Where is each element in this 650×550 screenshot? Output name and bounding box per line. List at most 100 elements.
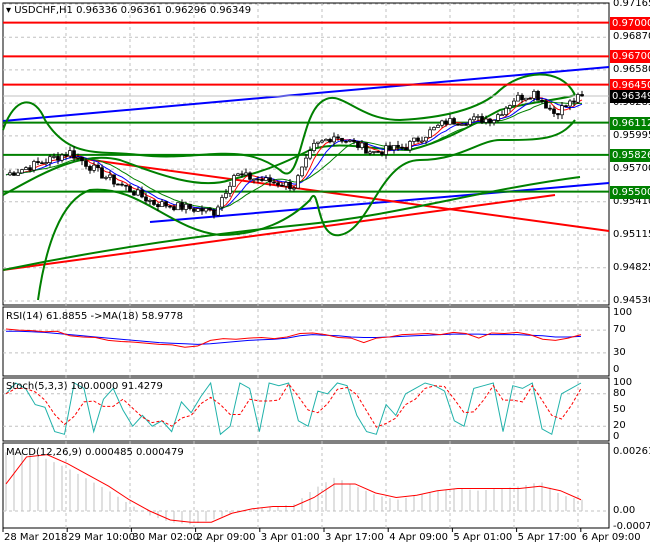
- candle-body: [64, 154, 68, 157]
- candle-body: [332, 136, 336, 143]
- candle-body: [288, 181, 292, 189]
- candle-body: [328, 138, 332, 143]
- candle-body: [448, 118, 452, 125]
- candle-body: [280, 184, 284, 187]
- candle-body: [268, 177, 272, 183]
- time-axis-label: 3 Apr 01:00: [260, 532, 320, 543]
- candle-body: [104, 177, 108, 179]
- candle-body: [140, 189, 144, 198]
- time-axis-label: 5 Apr 17:00: [517, 532, 577, 543]
- candle-body: [344, 140, 348, 143]
- time-axis-label: 28 Mar 2018: [4, 532, 68, 543]
- candle-body: [292, 187, 296, 190]
- candle-body: [564, 105, 568, 108]
- candle-body: [520, 94, 524, 101]
- candle-body: [484, 118, 488, 123]
- bollinger-band-line: [37, 119, 576, 301]
- candle-body: [408, 141, 412, 151]
- time-axis-label: 4 Apr 09:00: [389, 532, 449, 543]
- candle-body: [396, 144, 400, 148]
- candle-body: [124, 184, 128, 187]
- candle-body: [56, 156, 60, 161]
- candle-body: [88, 166, 92, 171]
- candle-body: [508, 105, 512, 109]
- candle-body: [220, 197, 224, 208]
- trendline-up-red[interactable]: [2, 194, 556, 271]
- candle-body: [512, 100, 516, 106]
- candle-body: [256, 178, 260, 181]
- candle-body: [456, 123, 460, 126]
- support-price-tag: 0.95500: [610, 185, 650, 199]
- rsi-line: [5, 328, 582, 348]
- indicator-axis-label: 0.00: [613, 505, 636, 516]
- candle-body: [32, 161, 36, 171]
- candle-body: [188, 203, 192, 209]
- candle-body: [468, 119, 472, 126]
- candle-body: [208, 208, 212, 211]
- candle-body: [276, 182, 280, 186]
- candle-body: [132, 191, 136, 196]
- candle-body: [24, 167, 28, 170]
- time-axis-label: 6 Apr 09:00: [581, 532, 641, 543]
- candle-body: [36, 161, 40, 164]
- indicator-axis-label: 100: [613, 307, 633, 318]
- support-price-tag: 0.95826: [610, 148, 650, 162]
- chart-canvas[interactable]: [0, 0, 650, 550]
- time-axis-label: 30 Mar 02:00: [132, 532, 200, 543]
- candle-body: [236, 173, 240, 176]
- candle-body: [440, 120, 444, 126]
- candle-body: [68, 150, 72, 157]
- candle-body: [28, 167, 32, 171]
- macd-signal-line: [5, 454, 582, 523]
- candle-body: [224, 192, 228, 198]
- candle-body: [488, 118, 492, 124]
- candle-body: [348, 140, 352, 142]
- indicator-axis-label: 50: [613, 404, 626, 415]
- indicator-axis-label: 0: [613, 431, 620, 442]
- candle-body: [48, 156, 52, 163]
- indicator-axis-label: -0.000704: [613, 520, 650, 532]
- candle-body: [492, 120, 496, 124]
- candle-body: [428, 129, 432, 138]
- candle-body: [476, 116, 480, 118]
- indicator-axis-label: 80: [613, 387, 626, 399]
- collapse-triangle-icon[interactable]: ▾: [6, 5, 11, 16]
- candle-body: [532, 91, 536, 99]
- time-axis-label: 3 Apr 17:00: [325, 532, 384, 543]
- candle-body: [100, 167, 104, 179]
- candle-body: [368, 151, 372, 154]
- candle-body: [160, 201, 164, 208]
- symbol-label: USDCHF,H1: [14, 5, 73, 16]
- candle-body: [240, 173, 244, 176]
- candle-body: [384, 145, 388, 155]
- candle-body: [312, 142, 316, 151]
- candle-body: [352, 140, 356, 142]
- candle-body: [556, 113, 560, 116]
- candle-body: [392, 144, 396, 151]
- candle-body: [360, 142, 364, 148]
- candle-body: [336, 136, 340, 139]
- candle-body: [436, 124, 440, 128]
- candle-body: [92, 164, 96, 171]
- candle-body: [184, 203, 188, 210]
- candle-body: [108, 174, 112, 178]
- candle-body: [372, 151, 376, 153]
- candle-body: [76, 156, 80, 159]
- candle-body: [172, 206, 176, 211]
- price-axis-label: 0.95995: [613, 129, 650, 141]
- price-axis-label: 0.95115: [613, 229, 650, 241]
- support-price-tag: 0.96112: [610, 116, 650, 130]
- candle-body: [272, 181, 276, 184]
- candle-body: [388, 145, 392, 151]
- close-price: 0.96349: [209, 5, 252, 16]
- candle-body: [176, 202, 180, 211]
- candle-body: [180, 202, 184, 210]
- candle-body: [260, 178, 264, 181]
- candle-body: [504, 107, 508, 116]
- candle-body: [264, 177, 268, 181]
- candle-body: [44, 162, 48, 164]
- price-axis-label: 0.97165: [613, 0, 650, 9]
- candle-body: [548, 107, 552, 110]
- candle-body: [572, 100, 576, 103]
- candle-body: [416, 137, 420, 142]
